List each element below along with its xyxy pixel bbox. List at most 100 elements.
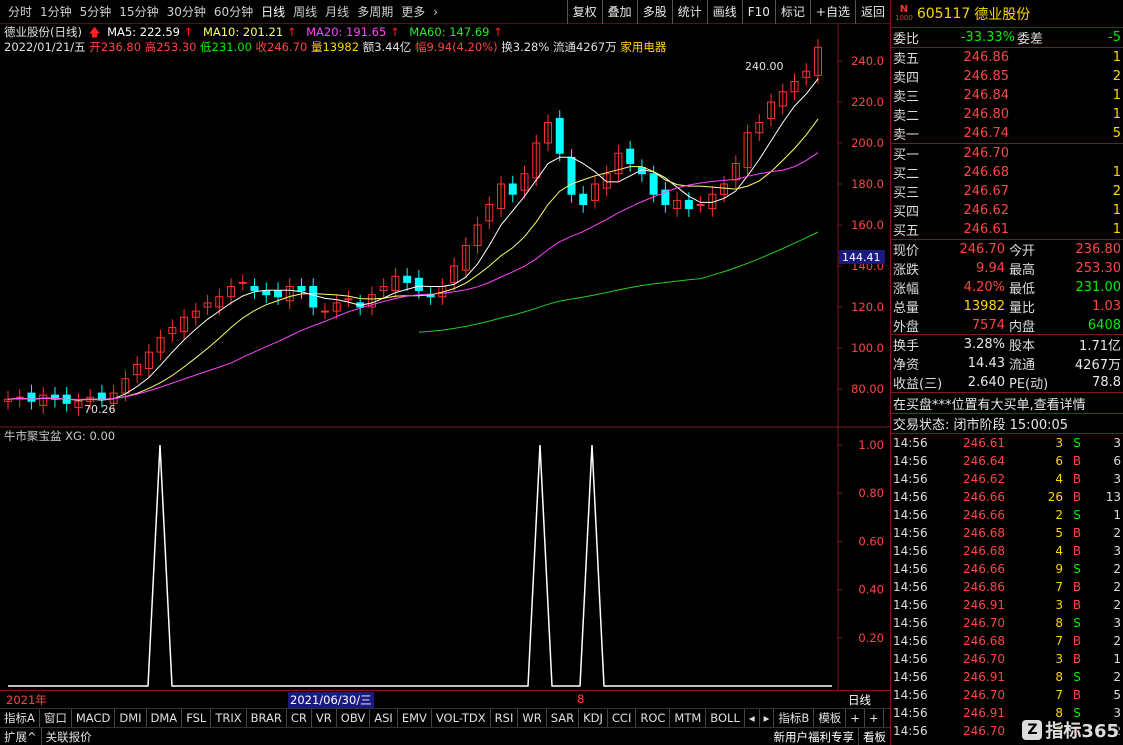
sub-label: 1.00	[858, 438, 884, 452]
indicator-tab[interactable]: OBV	[337, 708, 371, 727]
tick-count: 2	[1113, 670, 1121, 684]
indicator-tab[interactable]: VOL-TDX	[432, 708, 491, 727]
level-label: 卖五	[893, 52, 920, 67]
kline-chart[interactable]: 240.0220.0200.0180.0160.0140.0120.0100.0…	[0, 24, 890, 690]
chevron-right-icon[interactable]: ›	[429, 0, 442, 24]
quote-label: 外盘	[893, 319, 920, 335]
tick-side: B	[1072, 526, 1082, 540]
period-tab[interactable]: 30分钟	[163, 0, 210, 24]
tick-time: 14:56	[893, 652, 928, 666]
notice-row[interactable]: 在买盘***位置有大买单,查看详情	[891, 392, 1123, 414]
toolbar-button[interactable]: 统计	[671, 0, 707, 24]
promo-link[interactable]: 新用户福利专享	[770, 728, 859, 745]
sub-label: 0.60	[858, 534, 884, 548]
level-volume: 1	[1112, 107, 1121, 122]
toolbar-button[interactable]: +自选	[809, 0, 855, 24]
period-tab[interactable]: 更多	[397, 0, 429, 24]
tick-volume: 26	[1047, 490, 1063, 504]
period-tab[interactable]: 1分钟	[36, 0, 76, 24]
board-button[interactable]: 看板	[858, 727, 890, 745]
tick-side: S	[1073, 670, 1081, 684]
period-tab[interactable]: 60分钟	[210, 0, 257, 24]
max-price-annotation: 240.00	[745, 60, 784, 73]
indicator-tab[interactable]: MACD	[72, 708, 116, 727]
indicator-tab[interactable]: BRAR	[247, 708, 287, 727]
indicator-tab[interactable]: 模板	[814, 708, 847, 727]
quote-value: 14.43	[967, 356, 1005, 371]
indicator-tab[interactable]: SAR	[547, 708, 580, 727]
indicator-tab[interactable]: BOLL	[706, 708, 745, 727]
indicator-tab[interactable]: DMA	[147, 708, 183, 727]
toolbar-button[interactable]: 画线	[706, 0, 742, 24]
candle-body	[238, 281, 247, 284]
period-tab[interactable]: 周线	[289, 0, 321, 24]
toolbar-button[interactable]: 叠加	[601, 0, 637, 24]
indicator-tab[interactable]: ◂	[745, 708, 760, 727]
quote-label: 涨幅	[893, 282, 920, 297]
period-tab[interactable]: 月线	[321, 0, 353, 24]
quote-value: 1.03	[1092, 299, 1121, 314]
quote-value: 78.8	[1092, 375, 1121, 390]
indicator-tab[interactable]: EMV	[398, 708, 432, 727]
indicator-tab[interactable]: TRIX	[211, 708, 247, 727]
tick-row: 14:56 246.64 6 B 6	[891, 452, 1123, 470]
tick-list: 14:56 246.61 3 S 3 14:56 246.64 6 B 6 14:56 246.62 4…	[891, 434, 1123, 740]
function-buttons: 复权 叠加 多股 统计 画线 F10 标记 +自选 返回	[566, 0, 890, 24]
bids-level[interactable]: 买四 246.62 1	[891, 201, 1123, 220]
axis-period[interactable]: 日线	[848, 692, 871, 708]
indicator-tab[interactable]: DMI	[115, 708, 147, 727]
tick-price: 246.61	[963, 436, 1005, 450]
indicator-tab[interactable]: ROC	[636, 708, 671, 727]
indicator-tab[interactable]: +	[865, 708, 884, 727]
related-quote-button[interactable]: 关联报价	[42, 728, 96, 745]
period-tab[interactable]: 多周期	[353, 0, 397, 24]
period-tab[interactable]: 日线	[257, 0, 289, 24]
bids-level[interactable]: 买二 246.68 1	[891, 163, 1123, 182]
expand-button[interactable]: 扩展^	[0, 727, 42, 745]
asks-level[interactable]: 卖一 246.74 5	[891, 124, 1123, 143]
indicator-tab[interactable]: WR	[518, 708, 547, 727]
tick-side: S	[1073, 508, 1081, 522]
indicator-tab[interactable]: 指标A	[0, 708, 40, 727]
bids-level[interactable]: 买三 246.67 2	[891, 182, 1123, 201]
candle-body	[274, 290, 282, 298]
indicator-tab[interactable]: CR	[287, 708, 312, 727]
tick-price: 246.91	[963, 706, 1005, 720]
indicator-tab[interactable]: KDJ	[579, 708, 608, 727]
period-tab[interactable]: 分时	[4, 0, 36, 24]
asks-level[interactable]: 卖四 246.85 2	[891, 67, 1123, 86]
asks-level[interactable]: 卖二 246.80 1	[891, 105, 1123, 124]
bids-level[interactable]: 买五 246.61 1	[891, 220, 1123, 239]
indicator-tab[interactable]: 指标B	[774, 708, 815, 727]
period-tab[interactable]: 5分钟	[76, 0, 116, 24]
indicator-tab[interactable]: 窗口	[40, 708, 72, 727]
tick-side: B	[1072, 490, 1082, 504]
level-price: 246.67	[963, 184, 1010, 199]
toolbar-button[interactable]: 复权	[566, 0, 602, 24]
tick-price: 246.86	[963, 580, 1005, 594]
indicator-tab[interactable]: RSI	[491, 708, 519, 727]
asks-level[interactable]: 卖三 246.84 1	[891, 86, 1123, 105]
tick-row: 14:56 246.66 2 S 1	[891, 506, 1123, 524]
indicator-tab[interactable]: VR	[312, 708, 337, 727]
toolbar-button[interactable]: 标记	[774, 0, 810, 24]
tick-count: 2	[1113, 598, 1121, 612]
asks-level[interactable]: 卖五 246.86 1	[891, 48, 1123, 67]
indicator-tab[interactable]: ▸	[760, 708, 775, 727]
indicator-tab[interactable]: MTM	[670, 708, 707, 727]
level-volume: 5	[1112, 126, 1121, 141]
toolbar-button[interactable]: 多股	[636, 0, 672, 24]
bids-level[interactable]: 买一 246.70	[891, 144, 1123, 163]
quote-label: 最低	[1009, 282, 1036, 297]
big-order-notice[interactable]: 在买盘***位置有大买单,查看详情	[893, 394, 1086, 413]
indicator-tab[interactable]: ASI	[370, 708, 398, 727]
toolbar-button[interactable]: 返回	[854, 0, 890, 24]
period-tab[interactable]: 15分钟	[115, 0, 162, 24]
indicator-tab[interactable]: FSL	[182, 708, 212, 727]
price-label: 120.0	[851, 300, 884, 314]
toolbar-button[interactable]: F10	[741, 0, 775, 24]
indicator-tab[interactable]: +	[846, 708, 865, 727]
candle-body	[649, 173, 658, 195]
indicator-tab[interactable]: CCI	[608, 708, 637, 727]
level-label: 买一	[893, 148, 920, 163]
